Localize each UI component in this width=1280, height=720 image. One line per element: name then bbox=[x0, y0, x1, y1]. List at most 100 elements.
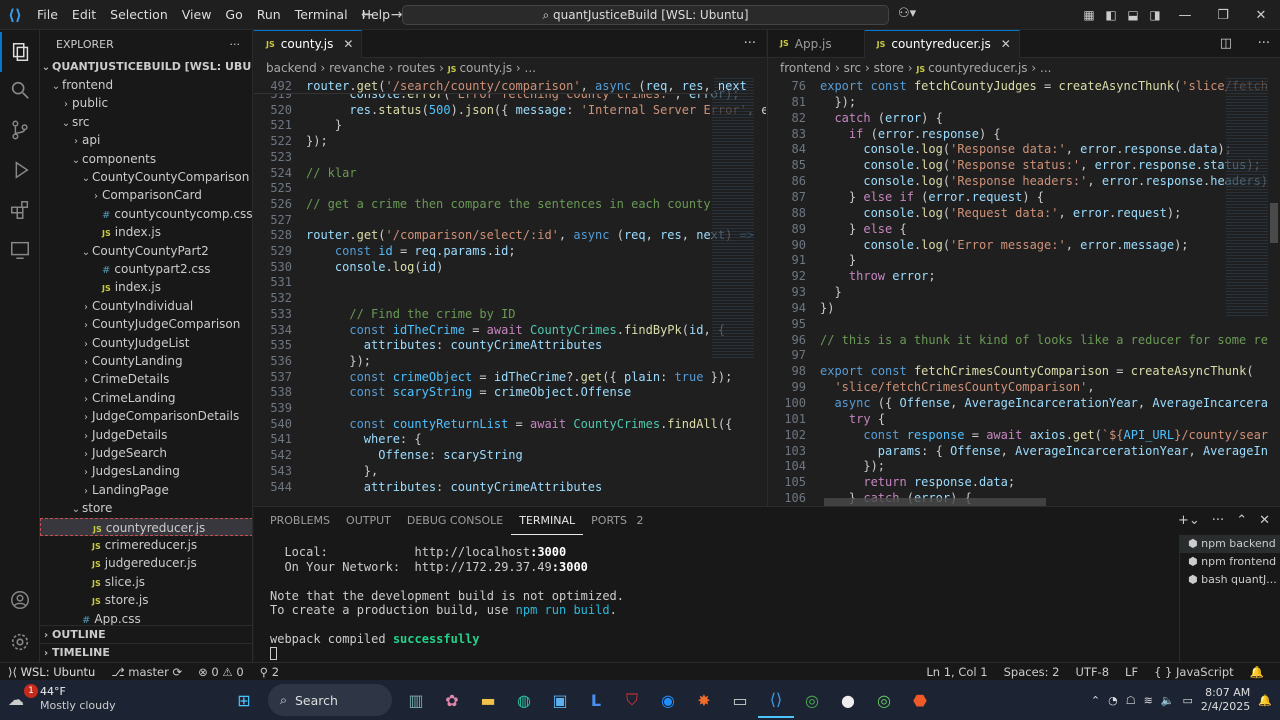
notifications-icon[interactable]: 🔔 bbox=[1258, 694, 1272, 707]
menu-file[interactable]: File bbox=[30, 7, 65, 22]
shield-icon[interactable]: ⛉ bbox=[614, 682, 650, 718]
app-orange-icon[interactable]: ✸ bbox=[686, 682, 722, 718]
code-line[interactable]: 536 }); bbox=[254, 353, 371, 369]
code-line[interactable]: 89 } else { bbox=[768, 221, 907, 237]
tree-item[interactable]: ⌄ CountyCountyComparison bbox=[40, 168, 252, 186]
close-panel-icon[interactable]: ✕ bbox=[1259, 513, 1270, 528]
code-line[interactable]: 102 const response = await axios.get(`${… bbox=[768, 427, 1268, 443]
more-actions-icon[interactable]: ··· bbox=[744, 36, 756, 51]
breadcrumb-item[interactable]: frontend bbox=[780, 61, 831, 75]
tree-item[interactable]: ⌄ store bbox=[40, 499, 252, 517]
breadcrumb-item[interactable]: revanche bbox=[329, 61, 385, 75]
vscode-taskbar-icon[interactable]: ⟨⟩ bbox=[758, 682, 794, 718]
code-line[interactable]: 94}) bbox=[768, 300, 835, 316]
back-arrow-icon[interactable]: ← bbox=[352, 7, 382, 23]
breadcrumb-item[interactable]: ... bbox=[1040, 61, 1051, 75]
breadcrumb-item[interactable]: src bbox=[844, 61, 862, 75]
encoding[interactable]: UTF-8 bbox=[1068, 665, 1118, 679]
tree-item[interactable]: JS store.js bbox=[40, 591, 252, 609]
indentation[interactable]: Spaces: 2 bbox=[996, 665, 1068, 679]
code-line[interactable]: 98 export const fetchCrimesCountyComparis… bbox=[768, 363, 1254, 379]
code-line[interactable]: 541 where: { bbox=[254, 431, 421, 447]
tree-item[interactable]: › CountyIndividual bbox=[40, 297, 252, 315]
vertical-scrollbar[interactable] bbox=[1270, 203, 1278, 243]
tree-item[interactable]: › CrimeDetails bbox=[40, 370, 252, 388]
tree-item[interactable]: JS crimereducer.js bbox=[40, 536, 252, 554]
customize-layout-icon[interactable]: ▦ bbox=[1078, 8, 1100, 22]
tree-item[interactable]: ⌄ frontend bbox=[40, 76, 252, 94]
close-tab-icon[interactable]: ✕ bbox=[343, 37, 353, 51]
code-line[interactable]: 83 if (error.response) { bbox=[768, 126, 1001, 142]
code-line[interactable]: 93 } bbox=[768, 284, 842, 300]
tray-app-icon[interactable]: ◔ bbox=[1108, 694, 1118, 707]
tree-item[interactable]: › CountyJudgeComparison bbox=[40, 315, 252, 333]
tree-item[interactable]: JS countyreducer.js bbox=[40, 517, 252, 536]
language-mode[interactable]: { } JavaScript bbox=[1146, 665, 1242, 679]
menu-go[interactable]: Go bbox=[218, 7, 249, 22]
menu-run[interactable]: Run bbox=[250, 7, 288, 22]
tab-countyreducer-js[interactable]: JS countyreducer.js ✕ bbox=[864, 30, 1020, 58]
app-l-icon[interactable]: L bbox=[578, 682, 614, 718]
timeline-section[interactable]: › TIMELINE bbox=[40, 643, 252, 661]
menu-view[interactable]: View bbox=[175, 7, 219, 22]
workspace-root[interactable]: ⌄QUANTJUSTICEBUILD [WSL: UBUNTU] bbox=[40, 58, 252, 76]
code-line[interactable]: 527 bbox=[254, 212, 306, 228]
code-line[interactable]: 538 const scaryString = crimeObject.Offe… bbox=[254, 384, 631, 400]
toggle-sidebar-icon[interactable]: ◧ bbox=[1100, 8, 1122, 22]
code-line[interactable]: 544 attributes: countyCrimeAttributes bbox=[254, 479, 602, 495]
new-terminal-icon[interactable]: +⌄ bbox=[1178, 513, 1200, 528]
code-line[interactable]: 91 } bbox=[768, 252, 857, 268]
panel-tab-debug-console[interactable]: DEBUG CONSOLE bbox=[399, 507, 511, 535]
menu-terminal[interactable]: Terminal bbox=[288, 7, 355, 22]
code-line[interactable]: 524// klar bbox=[254, 165, 356, 181]
app-blue-icon[interactable]: ◉ bbox=[650, 682, 686, 718]
code-line[interactable]: 92 throw error; bbox=[768, 268, 936, 284]
tree-item[interactable]: › JudgeDetails bbox=[40, 426, 252, 444]
panel-tab-ports[interactable]: PORTS 2 bbox=[583, 507, 651, 535]
tree-item[interactable]: JS index.js bbox=[40, 223, 252, 241]
tree-item[interactable]: › CountyLanding bbox=[40, 352, 252, 370]
code-line[interactable]: 529 const id = req.params.id; bbox=[254, 243, 515, 259]
explorer-icon[interactable] bbox=[0, 32, 40, 72]
code-line[interactable]: 542 Offense: scaryString bbox=[254, 447, 522, 463]
tree-item[interactable]: # countypart2.css bbox=[40, 260, 252, 278]
windows-start-icon[interactable]: ⊞ bbox=[226, 682, 262, 718]
code-editor-left[interactable]: 492 router.get('/search/county/comparison… bbox=[254, 78, 766, 506]
code-line[interactable]: 76 export const fetchCountyJudges = creat… bbox=[768, 78, 1268, 94]
volume-icon[interactable]: 🔈 bbox=[1161, 694, 1175, 707]
menu-edit[interactable]: Edit bbox=[65, 7, 103, 22]
code-line[interactable]: 86 console.log('Response headers:', erro… bbox=[768, 173, 1268, 189]
tray-app2-icon[interactable]: ☖ bbox=[1126, 694, 1136, 707]
terminal-icon[interactable]: ▭ bbox=[722, 682, 758, 718]
code-line[interactable]: 100 async ({ Offense, AverageIncarcerati… bbox=[768, 395, 1268, 411]
maximize-icon[interactable]: ❐ bbox=[1204, 8, 1242, 23]
code-line[interactable]: 540 const countyReturnList = await Count… bbox=[254, 416, 732, 432]
tree-item[interactable]: › CountyJudgeList bbox=[40, 334, 252, 352]
breadcrumb-item[interactable]: routes bbox=[397, 61, 435, 75]
code-line[interactable]: 520 res.status(500).json({ message: 'Int… bbox=[254, 102, 766, 118]
maximize-panel-icon[interactable]: ⌃ bbox=[1236, 513, 1247, 528]
more-actions-icon[interactable]: ··· bbox=[1258, 36, 1270, 51]
tree-item[interactable]: › JudgeComparisonDetails bbox=[40, 407, 252, 425]
breadcrumb-item[interactable]: ... bbox=[525, 61, 536, 75]
outline-section[interactable]: › OUTLINE bbox=[40, 625, 252, 643]
tree-item[interactable]: JS judgereducer.js bbox=[40, 554, 252, 572]
terminal-instance[interactable]: ⬢ npm backend bbox=[1180, 535, 1280, 553]
end-of-line[interactable]: LF bbox=[1117, 665, 1146, 679]
code-line[interactable]: 537 const crimeObject = idTheCrime?.get(… bbox=[254, 369, 732, 385]
code-line[interactable]: 528 router.get('/comparison/select/:id', … bbox=[254, 227, 754, 243]
chrome-icon[interactable]: ◎ bbox=[794, 682, 830, 718]
account-icon[interactable] bbox=[0, 580, 40, 620]
code-line[interactable]: 534 const idTheCrime = await CountyCrime… bbox=[254, 322, 725, 338]
minimap[interactable] bbox=[1226, 78, 1268, 318]
extensions-icon[interactable] bbox=[0, 190, 40, 230]
sticky-scroll-line[interactable]: 492 router.get('/search/county/comparison… bbox=[254, 78, 747, 94]
battery-icon[interactable]: ▭ bbox=[1182, 694, 1192, 707]
code-line[interactable]: 85 console.log('Response status:', error… bbox=[768, 157, 1261, 173]
code-line[interactable]: 103 params: { Offense, AverageIncarcerat… bbox=[768, 443, 1268, 459]
close-icon[interactable]: ✕ bbox=[1242, 8, 1280, 23]
tree-item[interactable]: JS index.js bbox=[40, 278, 252, 296]
split-editor-icon[interactable]: ◫ bbox=[1220, 36, 1232, 51]
tree-item[interactable]: ⌄ src bbox=[40, 113, 252, 131]
tree-item[interactable]: › ComparisonCard bbox=[40, 186, 252, 204]
